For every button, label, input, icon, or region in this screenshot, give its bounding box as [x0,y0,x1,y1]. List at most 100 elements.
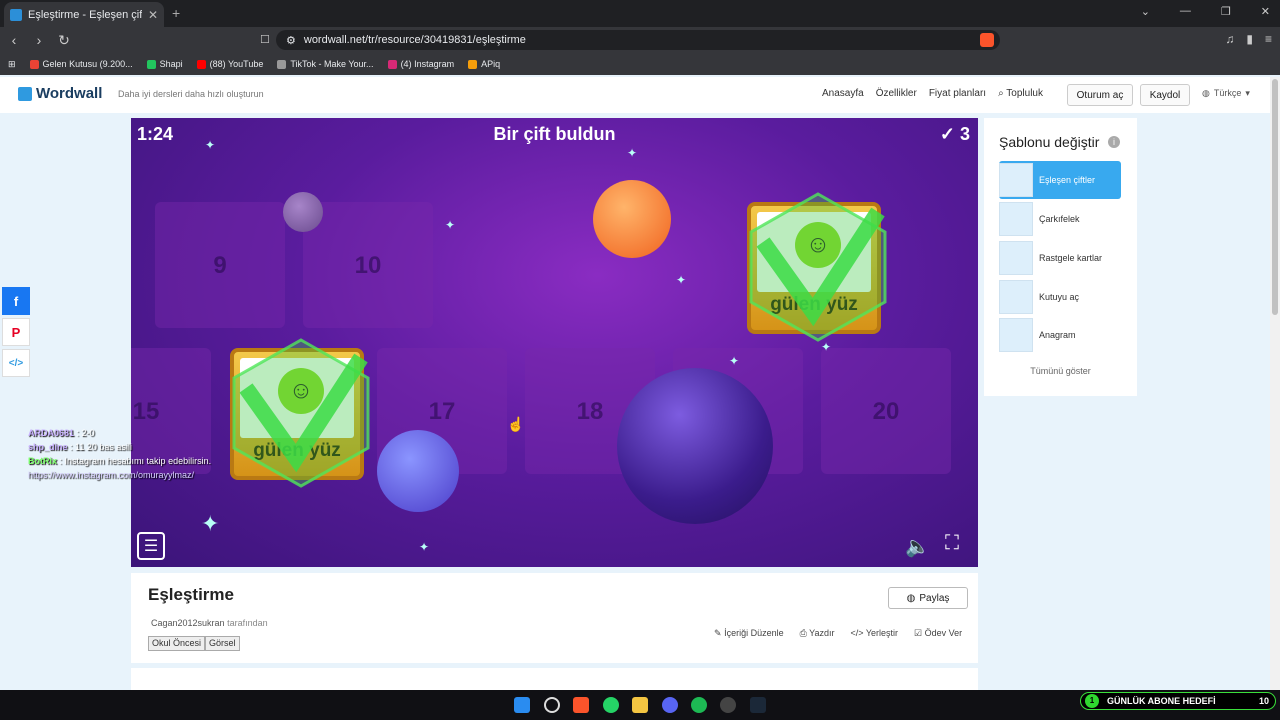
fullscreen-icon[interactable]: ⛶ [945,532,959,555]
card-slot[interactable]: 9 [155,202,285,328]
matched-card[interactable]: ☺ gülen yüz [230,338,370,488]
bookmark-gmail[interactable]: Gelen Kutusu (9.200... [29,59,133,69]
chat-message: https://www.instagram.com/omurayylmaz/ [28,470,195,480]
edit-content-link[interactable]: ✎ İçeriği Düzenle [714,628,784,639]
stream-chat: ARDA0681 : 2-0 shp_dine : 11 20 bas asil… [28,426,228,482]
wordwall-logo[interactable]: Wordwall [18,85,102,102]
checkmark-icon [232,338,370,488]
menu-icon[interactable]: ≡ [1265,32,1272,46]
bookmark-icon[interactable]: ☐ [260,33,270,46]
bookmark-instagram[interactable]: (4) Instagram [387,59,454,69]
signup-button[interactable]: Kaydol [1140,84,1190,106]
bookmark-apiq[interactable]: APiq [468,59,500,69]
sparkle-icon: ✦ [729,354,740,368]
chat-message: shp_dine : 11 20 bas asili [28,442,132,452]
share-button[interactable]: ◍ Paylaş [888,587,968,609]
login-button[interactable]: Oturum aç [1067,84,1133,106]
bookmark-youtube[interactable]: (88) YouTube [196,59,263,69]
windows-start-icon[interactable] [514,697,530,713]
sound-icon[interactable]: 🔈 [905,534,930,559]
assign-link[interactable]: ☑ Ödev Ver [914,628,962,639]
steam-icon[interactable] [750,697,766,713]
reload-icon[interactable]: ↻ [53,32,75,49]
template-open-box[interactable]: Kutuyu aç [999,278,1121,316]
bookmarks-bar: ⊞ Gelen Kutusu (9.200... Shapi (88) YouT… [0,53,1280,75]
game-menu-icon[interactable]: ☰ [137,532,165,560]
card-slot[interactable]: 10 [303,202,433,328]
sidebar-icon[interactable]: ▮ [1246,32,1253,46]
blue-planet [377,430,459,512]
orange-planet [593,180,671,258]
template-panel: Şablonu değiştir i Eşleşen çiftler Çarkı… [984,118,1137,396]
wheel-icon [999,202,1033,236]
tag-visual[interactable]: Görsel [205,636,240,651]
obs-icon[interactable] [720,697,736,713]
template-anagram[interactable]: Anagram [999,316,1121,354]
bookmark-tiktok[interactable]: TikTok - Make Your... [277,59,374,69]
card-slot[interactable]: 20 [821,348,951,474]
embed-link[interactable]: </> Yerleştir [850,628,898,639]
forward-icon[interactable]: › [28,32,50,48]
bookmark-shapi[interactable]: Shapi [146,59,183,69]
leaderboard-card [131,668,978,690]
wordwall-logo-icon [18,86,32,101]
media-icon[interactable]: ♫ [1225,32,1234,46]
anagram-icon [999,318,1033,352]
discord-icon[interactable] [662,697,678,713]
nav-features[interactable]: Özellikler [876,88,917,99]
embed-share-icon[interactable]: </> [2,349,30,377]
nav-community[interactable]: ⌕ Topluluk [998,88,1043,99]
sparkle-icon: ✦ [627,146,638,160]
show-all-link[interactable]: Tümünü göster [984,366,1137,376]
info-icon[interactable]: i [1108,136,1120,148]
template-matching-pairs[interactable]: Eşleşen çiftler [999,161,1121,199]
close-window-icon[interactable]: ✕ [1261,5,1270,18]
search-icon: ⌕ [998,88,1004,99]
nav-pricing[interactable]: Fiyat planları [929,88,986,99]
url-field[interactable]: ⚙ wordwall.net/tr/resource/30419831/eşle… [276,30,1000,50]
new-tab-icon[interactable]: + [172,5,180,21]
facebook-share-icon[interactable]: f [2,287,30,315]
instagram-icon [387,59,397,69]
game-status: Bir çift buldun [493,124,616,144]
browser-tab[interactable]: Eşleştirme - Eşleşen çiftler ✕ [4,2,164,27]
template-random-cards[interactable]: Rastgele kartlar [999,239,1121,277]
template-wheel[interactable]: Çarkıfelek [999,200,1121,238]
apps-icon[interactable]: ⊞ [8,59,16,70]
chat-message: ARDA0681 : 2-0 [28,428,95,438]
search-icon[interactable] [544,697,560,713]
checkmark-icon [749,192,887,342]
apiq-icon [468,59,478,69]
activity-info: Eşleştirme Cagan2012sukran tarafından Ok… [131,573,978,663]
caret-down-icon: ▾ [1245,88,1250,98]
site-info-icon[interactable]: ⚙ [286,34,296,47]
brave-browser-icon[interactable] [573,697,589,713]
language-select[interactable]: ◍ Türkçe ▾ [1202,88,1250,99]
window-controls: ⌄ — ❐ ✕ [1141,5,1270,18]
browser-tabbar: Eşleştirme - Eşleşen çiftler ✕ + ⌄ — ❐ ✕ [0,0,1280,27]
tag-preschool[interactable]: Okul Öncesi [148,636,206,651]
author-link[interactable]: Cagan2012sukran [151,618,225,628]
whatsapp-icon[interactable] [603,697,619,713]
maximize-icon[interactable]: ❐ [1221,5,1231,18]
game-area[interactable]: 9 10 15 17 18 19 20 ✦ ✦ ✦ ✦ ✦ ✦ ✦ ✦ ☺ gü… [131,118,978,567]
template-heading: Şablonu değiştir [999,134,1100,150]
spotify-icon[interactable] [691,697,707,713]
matched-card[interactable]: ☺ gülen yüz [747,192,887,342]
page-scrollbar[interactable] [1270,77,1280,690]
site-header: Wordwall Daha iyi dersleri daha hızlı ol… [0,77,1270,113]
small-planet [283,192,323,232]
brave-shield-icon[interactable] [980,33,994,47]
sparkle-icon: ✦ [419,540,430,554]
minimize-icon[interactable]: — [1180,5,1191,18]
tab-search-icon[interactable]: ⌄ [1141,5,1150,18]
close-tab-icon[interactable]: ✕ [148,8,158,22]
print-link[interactable]: ⎙ Yazdır [800,628,835,639]
scrollbar-thumb[interactable] [1272,79,1278,315]
large-planet [617,368,773,524]
file-explorer-icon[interactable] [632,697,648,713]
random-cards-icon [999,241,1033,275]
nav-home[interactable]: Anasayfa [822,88,864,99]
back-icon[interactable]: ‹ [3,32,25,48]
pinterest-share-icon[interactable]: P [2,318,30,346]
